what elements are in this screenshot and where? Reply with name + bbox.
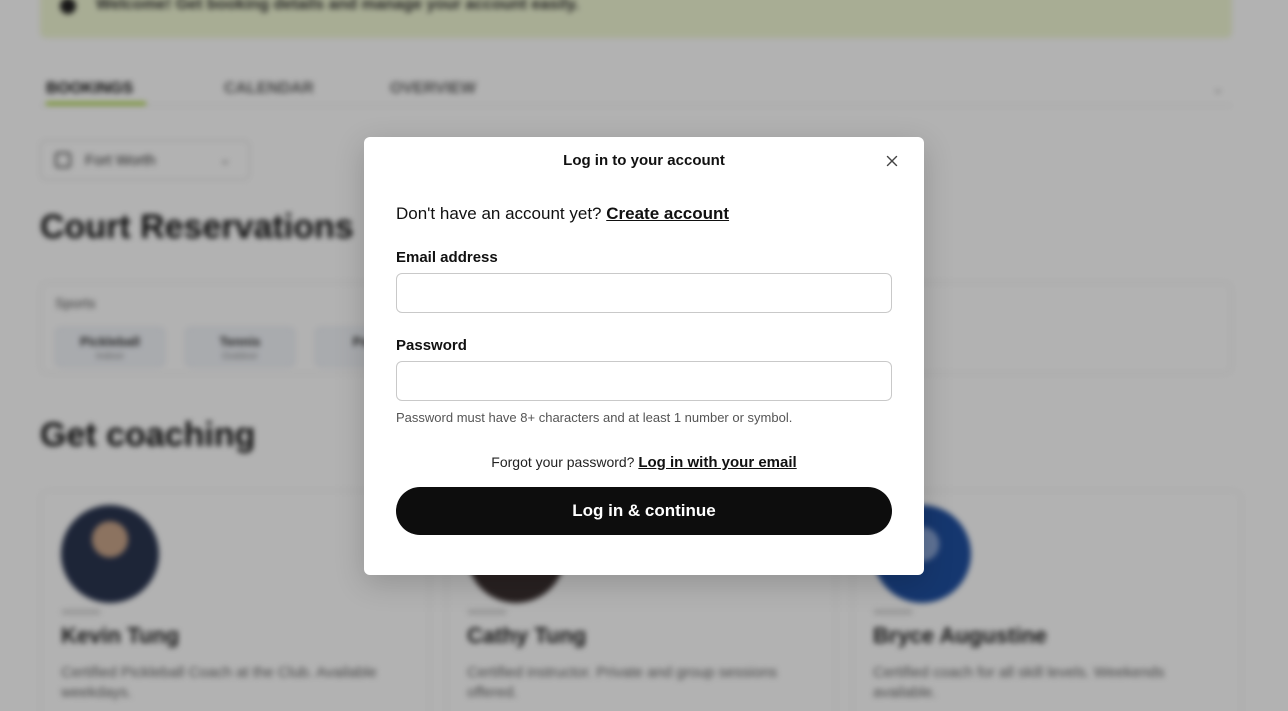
create-account-link[interactable]: Create account [606, 204, 729, 223]
signup-prompt: Don't have an account yet? [396, 204, 602, 223]
forgot-prompt: Forgot your password? [491, 454, 635, 470]
modal-title: Log in to your account [563, 152, 725, 169]
signup-prompt-line: Don't have an account yet? Create accoun… [396, 204, 729, 224]
email-field[interactable] [396, 273, 892, 313]
password-hint: Password must have 8+ characters and at … [396, 410, 793, 425]
page: Welcome! Get booking details and manage … [0, 0, 1288, 711]
login-continue-button[interactable]: Log in & continue [396, 487, 892, 535]
email-label: Email address [396, 249, 498, 266]
close-icon [886, 155, 898, 167]
close-button[interactable] [882, 151, 902, 171]
password-field[interactable] [396, 361, 892, 401]
forgot-password-line: Forgot your password? Log in with your e… [364, 454, 924, 471]
password-label: Password [396, 337, 467, 354]
login-with-email-link[interactable]: Log in with your email [638, 454, 796, 471]
login-modal: Log in to your account Don't have an acc… [364, 137, 924, 575]
